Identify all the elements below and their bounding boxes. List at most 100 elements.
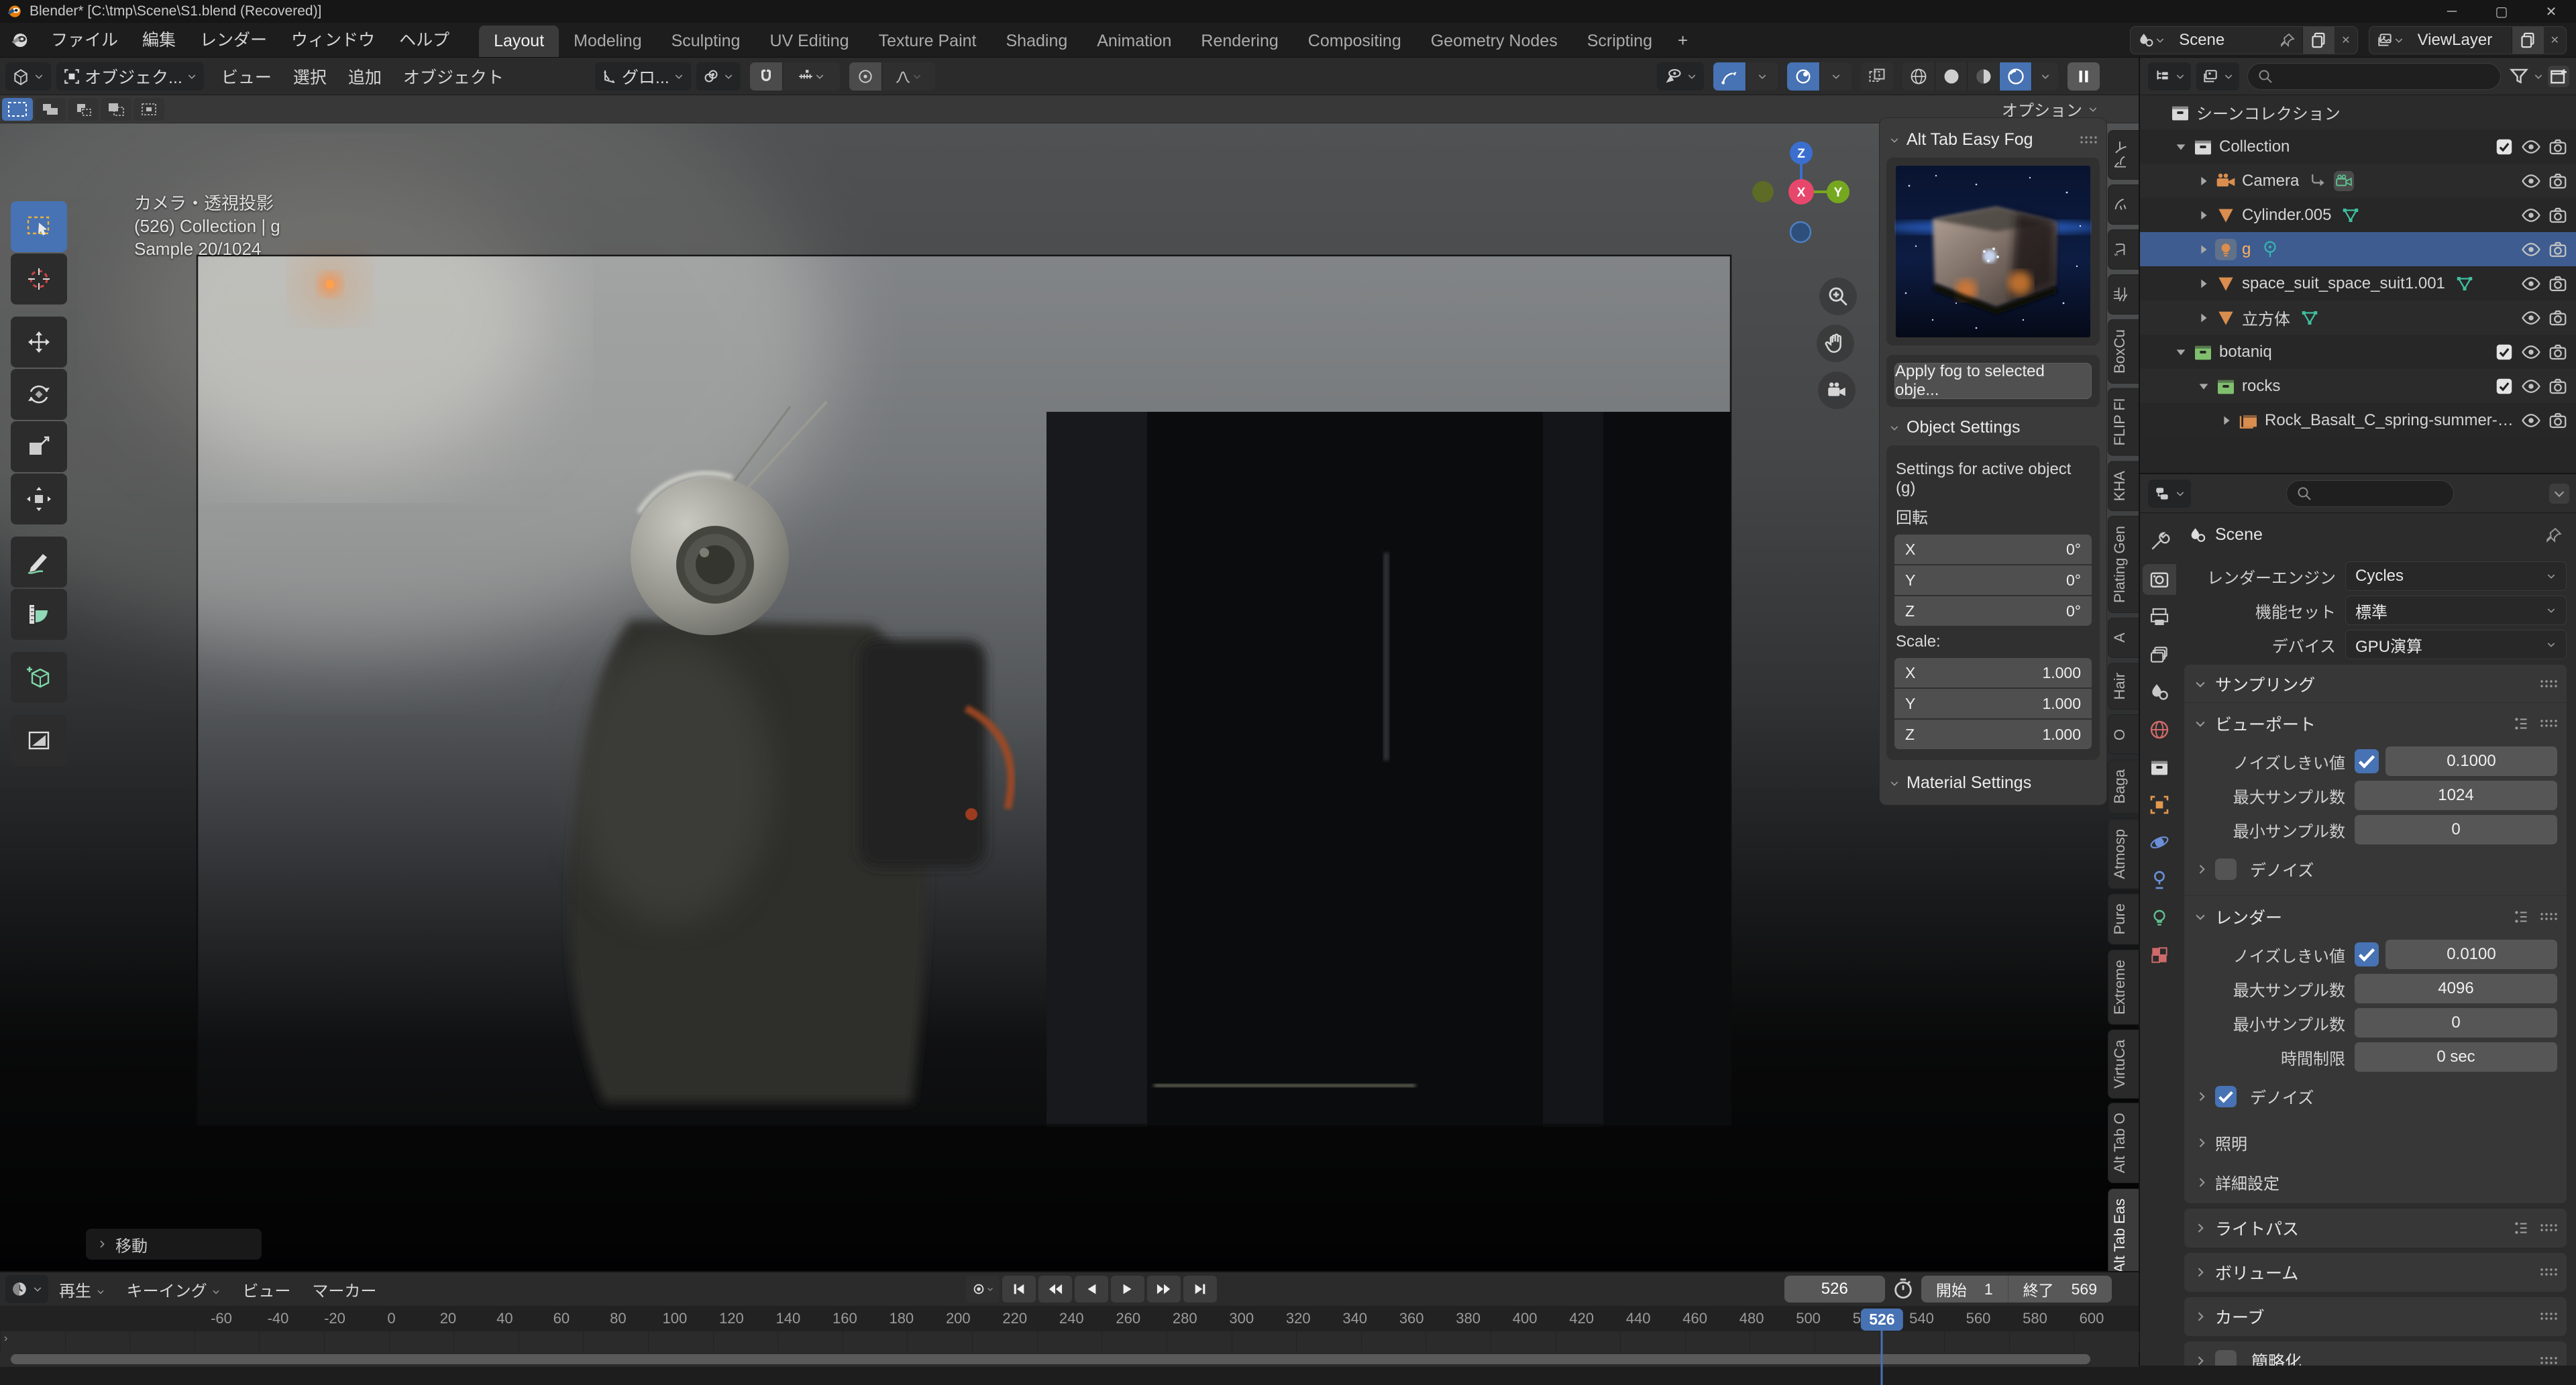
show-gizmo-dropdown[interactable] bbox=[1657, 62, 1704, 91]
timeline-ruler[interactable]: -60-40-200204060801001201401601802002202… bbox=[0, 1306, 2139, 1331]
new-scene-icon[interactable] bbox=[2302, 27, 2334, 54]
material-settings-header[interactable]: Material Settings bbox=[1886, 769, 2100, 794]
timeline-scrollbar-thumb[interactable] bbox=[11, 1354, 2090, 1364]
gizmos-toggle[interactable] bbox=[1713, 62, 1746, 91]
filter-dropdown-icon[interactable] bbox=[2533, 71, 2544, 82]
value-field[interactable]: 4096 bbox=[2355, 974, 2557, 1003]
outliner-display-mode-button[interactable] bbox=[2196, 62, 2239, 91]
viewport-render-canvas[interactable] bbox=[0, 123, 2139, 1271]
properties-tab-light-data[interactable] bbox=[2143, 902, 2176, 933]
npanel-tab-virtuca[interactable]: VirtuCa bbox=[2108, 1030, 2139, 1099]
hide-eye-toggle[interactable] bbox=[2521, 308, 2541, 328]
pause-render-button[interactable] bbox=[2068, 62, 2100, 91]
section-header-ビューポート[interactable]: ビューポート bbox=[2184, 706, 2567, 742]
shading-wireframe-button[interactable] bbox=[1902, 62, 1935, 91]
section-header-サンプリング[interactable]: サンプリング bbox=[2184, 666, 2567, 702]
value-field[interactable]: 1024 bbox=[2355, 781, 2557, 810]
timeline-menu-0[interactable]: 再生 bbox=[48, 1278, 116, 1301]
camera-view-icon[interactable] bbox=[1818, 372, 1856, 409]
jump-to-start-button[interactable] bbox=[1002, 1276, 1036, 1303]
value-field[interactable]: 0 sec bbox=[2355, 1042, 2557, 1072]
close-button[interactable]: ✕ bbox=[2526, 0, 2576, 23]
editor-type-button[interactable] bbox=[5, 62, 51, 91]
shading-solid-button[interactable] bbox=[1935, 62, 1967, 91]
playhead-marker[interactable]: 526 bbox=[1861, 1309, 1902, 1331]
overlays-dropdown[interactable] bbox=[1819, 62, 1851, 91]
value-field[interactable]: 0 bbox=[2355, 815, 2557, 844]
expander-icon[interactable] bbox=[2192, 276, 2215, 291]
workspace-tab-layout[interactable]: Layout bbox=[479, 25, 559, 57]
operator-panel-move[interactable]: 移動 bbox=[86, 1229, 262, 1260]
hide-eye-toggle[interactable] bbox=[2521, 342, 2541, 362]
npanel-tab-アイ[interactable]: アイ bbox=[2108, 130, 2139, 180]
viewport-menu-1[interactable]: 選択 bbox=[282, 64, 337, 89]
outliner-row-1[interactable]: Collection bbox=[2140, 129, 2576, 164]
tool-rotate[interactable] bbox=[11, 369, 67, 420]
jump-to-end-button[interactable] bbox=[1183, 1276, 1217, 1303]
npanel-tab-baga[interactable]: Baga bbox=[2108, 759, 2139, 814]
hide-eye-toggle[interactable] bbox=[2521, 137, 2541, 157]
pin-icon[interactable] bbox=[2273, 27, 2302, 54]
tool-measure[interactable] bbox=[11, 589, 67, 640]
outliner-item-label[interactable]: 立方体 bbox=[2242, 306, 2290, 329]
outliner-row-8[interactable]: rocks bbox=[2140, 369, 2576, 403]
shading-dropdown[interactable] bbox=[2031, 62, 2058, 91]
timeline-menu-3[interactable]: マーカー bbox=[301, 1278, 387, 1301]
remove-viewlayer-icon[interactable]: ✕ bbox=[2544, 27, 2566, 54]
outliner-item-label[interactable]: Rock_Basalt_C_spring-summer-autumn bbox=[2265, 411, 2521, 430]
properties-search-input[interactable] bbox=[2286, 480, 2454, 507]
minimize-button[interactable]: ─ bbox=[2427, 0, 2477, 23]
menu-3[interactable]: ウィンドウ bbox=[279, 27, 387, 54]
workspace-tab-sculpting[interactable]: Sculpting bbox=[657, 25, 755, 57]
properties-tab-output[interactable] bbox=[2143, 602, 2176, 632]
workspace-add-tab[interactable]: + bbox=[1667, 24, 1699, 57]
xray-toggle[interactable] bbox=[1861, 62, 1893, 91]
outliner-item-label[interactable]: botaniq bbox=[2219, 343, 2272, 362]
transform-orientation-dropdown[interactable]: グロ... bbox=[595, 62, 691, 91]
expander-icon[interactable] bbox=[2169, 140, 2192, 154]
pivot-point-dropdown[interactable] bbox=[696, 62, 741, 91]
lighting-subsection[interactable]: 照明 bbox=[2184, 1123, 2567, 1162]
camera-visibility-toggle[interactable] bbox=[2548, 376, 2568, 396]
expander-icon[interactable] bbox=[2192, 174, 2215, 188]
camera-visibility-toggle[interactable] bbox=[2548, 137, 2568, 157]
workspace-tab-texture-paint[interactable]: Texture Paint bbox=[864, 25, 991, 57]
pin-id-icon[interactable] bbox=[2545, 527, 2563, 544]
npanel-tab-pure[interactable]: Pure bbox=[2108, 893, 2139, 944]
properties-tab-texture[interactable] bbox=[2143, 940, 2176, 971]
proportional-edit-toggle[interactable] bbox=[849, 62, 881, 91]
shading-material-button[interactable] bbox=[1967, 62, 1999, 91]
rotation-field-y[interactable]: Y0° bbox=[1894, 565, 2092, 595]
exclude-checkbox[interactable] bbox=[2494, 376, 2514, 396]
properties-tab-object[interactable] bbox=[2143, 789, 2176, 820]
outliner-item-label[interactable]: Camera bbox=[2242, 172, 2299, 190]
select-mode-set-icon[interactable] bbox=[2, 98, 33, 121]
expander-icon[interactable] bbox=[2192, 379, 2215, 394]
rotation-field-z[interactable]: Z0° bbox=[1894, 596, 2092, 626]
properties-tab-view-layer[interactable] bbox=[2143, 639, 2176, 670]
zoom-view-icon[interactable] bbox=[1819, 278, 1857, 315]
new-collection-icon[interactable] bbox=[2548, 66, 2569, 87]
prev-keyframe-button[interactable] bbox=[1038, 1276, 1072, 1303]
advanced-subsection[interactable]: 詳細設定 bbox=[2184, 1162, 2567, 1202]
properties-tab-collection[interactable] bbox=[2143, 752, 2176, 783]
workspace-tab-uv-editing[interactable]: UV Editing bbox=[755, 25, 863, 57]
workspace-tab-rendering[interactable]: Rendering bbox=[1186, 25, 1293, 57]
npanel-tab-boxcu[interactable]: BoxCu bbox=[2108, 319, 2139, 384]
unlink-scene-icon[interactable]: ✕ bbox=[2334, 27, 2357, 54]
current-frame-field[interactable]: 526 bbox=[1784, 1276, 1885, 1303]
channels-expand-icon[interactable]: › bbox=[4, 1333, 7, 1345]
outliner-item-label[interactable]: space_suit_space_suit1.001 bbox=[2242, 274, 2445, 293]
auto-keyframe-button[interactable] bbox=[966, 1276, 1000, 1303]
value-checkbox[interactable] bbox=[2355, 942, 2379, 966]
scale-field-z[interactable]: Z1.000 bbox=[1894, 720, 2092, 749]
denoise-viewport-toggle[interactable]: デノイズ bbox=[2184, 849, 2567, 889]
scale-field-y[interactable]: Y1.000 bbox=[1894, 689, 2092, 718]
outliner-item-label[interactable]: rocks bbox=[2242, 377, 2280, 396]
camera-visibility-toggle[interactable] bbox=[2548, 410, 2568, 431]
section-header-簡略化[interactable]: 簡略化 bbox=[2184, 1343, 2567, 1366]
menu-0[interactable]: ファイル bbox=[39, 27, 130, 54]
workspace-tab-scripting[interactable]: Scripting bbox=[1572, 25, 1667, 57]
outliner-editor-type-button[interactable] bbox=[2148, 62, 2191, 91]
camera-visibility-toggle[interactable] bbox=[2548, 342, 2568, 362]
